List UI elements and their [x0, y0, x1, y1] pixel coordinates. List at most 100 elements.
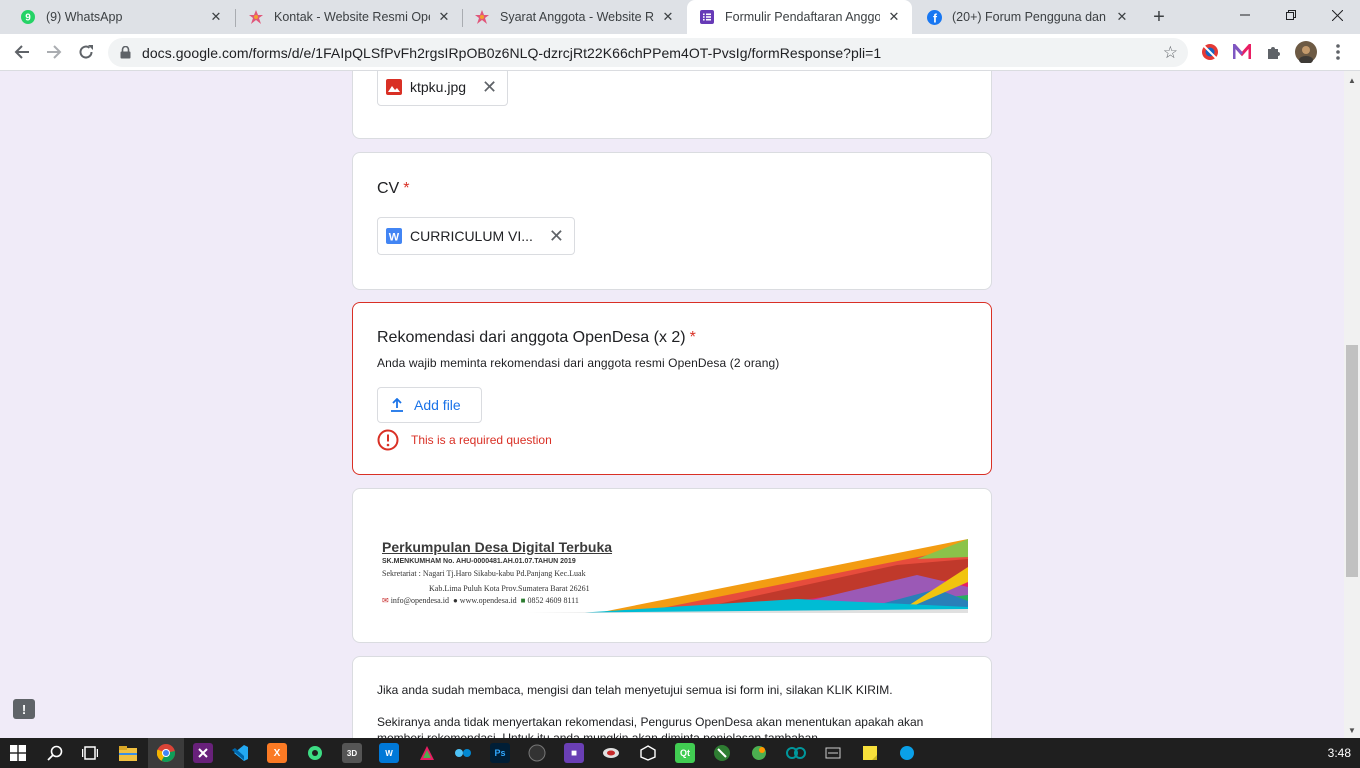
form-page: ktpku.jpg ✕ CV * W CURRICULUM VI... ✕ Rek…	[0, 71, 1344, 738]
restore-button[interactable]	[1268, 0, 1314, 30]
bookmark-star-icon[interactable]: ☆	[1163, 43, 1178, 63]
android-studio-icon[interactable]	[305, 743, 325, 763]
report-feedback-icon[interactable]: !	[13, 699, 35, 719]
add-file-label: Add file	[414, 397, 461, 413]
file-name: ktpku.jpg	[410, 79, 467, 95]
scroll-down-arrow-icon[interactable]: ▼	[1348, 726, 1356, 735]
tab-close-icon[interactable]: ✕	[436, 9, 452, 25]
visual-studio-icon[interactable]	[193, 743, 213, 763]
app-icon[interactable]	[453, 743, 473, 763]
opendesa-banner-image: Perkumpulan Desa Digital Terbuka SK.MENK…	[377, 537, 968, 613]
tab-close-icon[interactable]: ✕	[660, 9, 676, 25]
back-button[interactable]	[8, 38, 36, 66]
tab-title: Formulir Pendaftaran Anggota	[725, 10, 880, 24]
restore-icon	[1286, 10, 1296, 20]
tab-close-icon[interactable]: ✕	[886, 9, 902, 25]
banner-org-name: Perkumpulan Desa Digital Terbuka	[382, 539, 613, 555]
minimize-button[interactable]	[1222, 0, 1268, 30]
question-title-text: CV	[377, 180, 400, 197]
forward-button[interactable]	[40, 38, 68, 66]
tab-close-icon[interactable]: ✕	[208, 9, 224, 25]
opendesa-icon	[474, 9, 490, 25]
tab-syarat-anggota[interactable]: Syarat Anggota - Website Resmi ✕	[462, 0, 686, 34]
banner-website: www.opendesa.id	[459, 596, 517, 605]
arrow-left-icon	[14, 45, 29, 59]
banner-phone: 0852 4609 8111	[527, 596, 579, 605]
tab-whatsapp[interactable]: 9 (9) WhatsApp ✕	[8, 0, 234, 34]
chrome-menu-icon[interactable]	[1328, 42, 1348, 62]
add-file-button[interactable]: Add file	[377, 387, 482, 423]
extension-m-icon[interactable]	[1232, 42, 1252, 62]
banner-sk-number: SK.MENKUMHAM No. AHU-0000481.AH.01.07.TA…	[382, 558, 576, 565]
tab-close-icon[interactable]: ✕	[1114, 9, 1130, 25]
banner-contacts: ✉ info@opendesa.id ● www.opendesa.id ■ 0…	[382, 596, 579, 605]
scrollbar-thumb[interactable]	[1346, 345, 1358, 577]
scroll-up-arrow-icon[interactable]: ▲	[1348, 76, 1356, 85]
question-title: Rekomendasi dari anggota OpenDesa (x 2) *	[377, 329, 696, 347]
system-clock[interactable]: 3:48	[1328, 746, 1351, 760]
profile-avatar[interactable]	[1295, 41, 1317, 63]
tab-facebook-forum[interactable]: f (20+) Forum Pengguna dan Pe ✕	[914, 0, 1140, 34]
krita-icon[interactable]	[417, 743, 437, 763]
browser-tab-strip: 9 (9) WhatsApp ✕ Kontak - Website Resmi …	[0, 0, 1360, 34]
banner-address: Kab.Lima Puluh Kota Prov.Sumatera Barat …	[429, 584, 590, 593]
close-window-button[interactable]	[1314, 0, 1360, 30]
app-icon[interactable]	[823, 743, 843, 763]
app-icon[interactable]	[749, 743, 769, 763]
app-icon[interactable]	[712, 743, 732, 763]
required-asterisk: *	[689, 329, 696, 346]
tab-kontak[interactable]: Kontak - Website Resmi OpenDesa ✕	[236, 0, 462, 34]
ktp-question-card: ktpku.jpg ✕	[352, 71, 992, 139]
banner-image-card: Perkumpulan Desa Digital Terbuka SK.MENK…	[352, 488, 992, 643]
minimize-icon	[1240, 14, 1250, 16]
word-doc-icon: W	[386, 228, 402, 244]
remove-file-icon[interactable]: ✕	[482, 78, 497, 96]
sticky-notes-icon[interactable]	[860, 743, 880, 763]
file-explorer-icon[interactable]	[118, 743, 138, 763]
chrome-icon[interactable]	[156, 743, 176, 763]
app-icon[interactable]	[638, 743, 658, 763]
app-icon[interactable]: ■	[564, 743, 584, 763]
uploaded-file-chip[interactable]: W CURRICULUM VI... ✕	[377, 217, 575, 255]
rekomendasi-question-card: Rekomendasi dari anggota OpenDesa (x 2) *…	[352, 302, 992, 475]
photoshop-icon[interactable]: Ps	[490, 743, 510, 763]
cv-question-card: CV * W CURRICULUM VI... ✕	[352, 152, 992, 290]
uploaded-file-chip[interactable]: ktpku.jpg ✕	[377, 71, 509, 106]
task-view-icon[interactable]	[80, 743, 100, 763]
arduino-icon[interactable]	[786, 743, 806, 763]
app-icon[interactable]	[527, 743, 547, 763]
app-icon[interactable]: 3D	[342, 743, 362, 763]
page-scrollbar[interactable]: ▲ ▼	[1344, 71, 1360, 738]
remove-file-icon[interactable]: ✕	[549, 227, 564, 245]
address-bar[interactable]: docs.google.com/forms/d/e/1FAIpQLSfPvFh2…	[108, 38, 1188, 67]
info-paragraph-2: Sekiranya anda tidak menyertakan rekomen…	[377, 715, 924, 738]
search-icon[interactable]	[45, 743, 65, 763]
upload-icon	[391, 398, 403, 412]
error-icon	[377, 429, 399, 451]
app-icon[interactable]	[897, 743, 917, 763]
tab-title: Kontak - Website Resmi OpenDesa	[274, 10, 430, 24]
extensions-puzzle-icon[interactable]	[1264, 42, 1284, 62]
tab-formulir-pendaftaran[interactable]: Formulir Pendaftaran Anggota ✕	[687, 0, 912, 34]
reload-icon	[79, 45, 93, 59]
vscode-icon[interactable]	[230, 743, 250, 763]
arrow-right-icon	[47, 45, 62, 59]
validation-error: This is a required question	[377, 429, 552, 451]
tab-title: (20+) Forum Pengguna dan Pe	[952, 10, 1108, 24]
qt-creator-icon[interactable]: Qt	[675, 743, 695, 763]
google-forms-icon	[699, 9, 715, 25]
info-paragraph-1: Jika anda sudah membaca, mengisi dan tel…	[377, 683, 893, 697]
start-icon[interactable]	[8, 743, 28, 763]
url-text: docs.google.com/forms/d/e/1FAIpQLSfPvFh2…	[142, 45, 882, 61]
question-title-text: Rekomendasi dari anggota OpenDesa (x 2)	[377, 329, 686, 346]
image-file-icon	[386, 79, 402, 95]
tab-title: Syarat Anggota - Website Resmi	[500, 10, 654, 24]
new-tab-button[interactable]: +	[1147, 5, 1171, 29]
extension-adblock-icon[interactable]	[1200, 42, 1220, 62]
banner-secretariat: Sekretariat : Nagari Tj.Haro Sikabu-kabu…	[382, 569, 586, 578]
reload-button[interactable]	[72, 38, 100, 66]
filezilla-icon[interactable]: W	[379, 743, 399, 763]
virtualbox-icon[interactable]	[601, 743, 621, 763]
file-name: CURRICULUM VI...	[410, 228, 533, 244]
xampp-icon[interactable]: X	[267, 743, 287, 763]
